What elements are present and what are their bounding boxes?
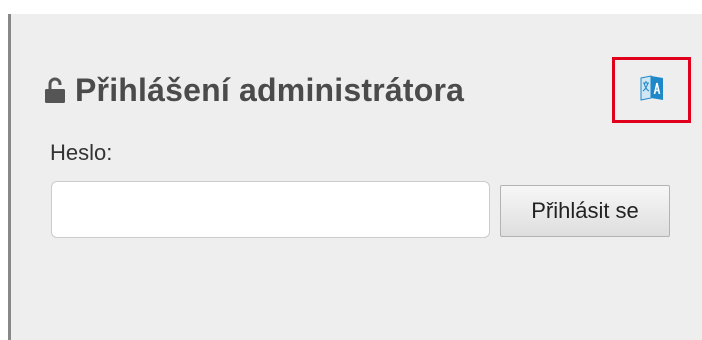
translate-button[interactable] — [612, 57, 691, 123]
login-button[interactable]: Přihlásit se — [500, 185, 670, 237]
page-title: Přihlášení administrátora — [75, 72, 465, 108]
translate-icon — [639, 74, 665, 107]
unlocked-padlock-icon — [45, 77, 65, 103]
password-input[interactable] — [51, 181, 490, 238]
page: Přihlášení administrátora Heslo: Přihlás… — [0, 0, 702, 340]
password-label: Heslo: — [50, 140, 113, 165]
admin-login-panel — [8, 14, 702, 340]
panel-header: Přihlášení administrátora — [45, 72, 464, 108]
